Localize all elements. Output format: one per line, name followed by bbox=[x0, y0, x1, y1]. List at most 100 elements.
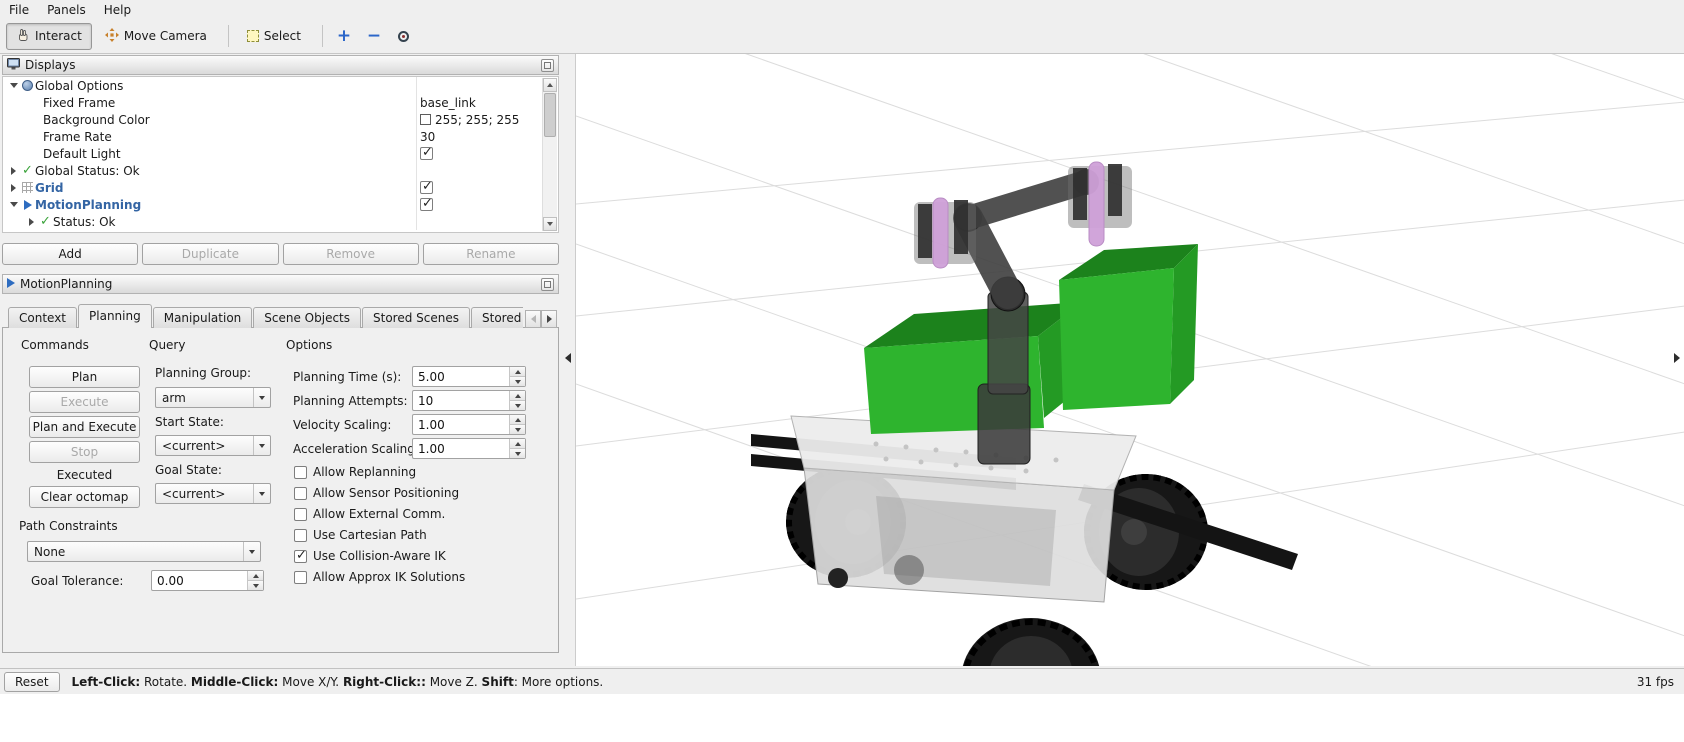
plan-button[interactable]: Plan bbox=[29, 366, 140, 388]
tab-scroll-left-button[interactable] bbox=[525, 310, 541, 328]
execute-button[interactable]: Execute bbox=[29, 391, 140, 413]
stop-button[interactable]: Stop bbox=[29, 441, 140, 463]
grid-enabled-checkbox[interactable] bbox=[420, 181, 433, 194]
color-swatch[interactable] bbox=[420, 114, 431, 125]
tree-row-background-color[interactable]: Background Color 255; 255; 255 bbox=[3, 111, 558, 128]
expander-icon[interactable] bbox=[7, 202, 20, 207]
use-cartesian-path-checkbox[interactable] bbox=[294, 529, 307, 542]
tree-row-global-options[interactable]: Global Options bbox=[3, 77, 558, 94]
scroll-up-button[interactable] bbox=[543, 78, 557, 92]
spin-up-button[interactable] bbox=[510, 439, 525, 448]
panel-collapse-left-handle[interactable] bbox=[565, 353, 571, 363]
tree-row-fixed-frame[interactable]: Fixed Frame base_link bbox=[3, 94, 558, 111]
fixed-frame-value[interactable]: base_link bbox=[420, 96, 476, 110]
acceleration-scaling-spinbox[interactable] bbox=[412, 438, 526, 459]
frame-rate-value[interactable]: 30 bbox=[420, 130, 435, 144]
tree-row-frame-rate[interactable]: Frame Rate 30 bbox=[3, 128, 558, 145]
allow-approx-ik-solutions-checkbox[interactable] bbox=[294, 571, 307, 584]
float-panel-button[interactable] bbox=[541, 59, 554, 72]
velocity-scaling-spinbox[interactable] bbox=[412, 414, 526, 435]
remove-display-button[interactable]: Remove bbox=[283, 243, 419, 265]
motionplanning-panel-header[interactable]: MotionPlanning bbox=[2, 274, 559, 294]
planning-attempts-spinbox[interactable] bbox=[412, 390, 526, 411]
spin-down-button[interactable] bbox=[248, 580, 263, 590]
planning-group-select[interactable]: arm bbox=[155, 387, 271, 408]
allow-external-comm-checkbox-row[interactable]: Allow External Comm. bbox=[294, 507, 445, 521]
add-display-button[interactable]: Add bbox=[2, 243, 138, 265]
expander-icon[interactable] bbox=[7, 83, 20, 88]
add-tool-button[interactable]: + bbox=[331, 24, 357, 48]
remove-tool-button[interactable]: − bbox=[361, 24, 387, 48]
spin-up-button[interactable] bbox=[510, 391, 525, 400]
spin-down-button[interactable] bbox=[510, 400, 525, 410]
expander-icon[interactable] bbox=[25, 218, 38, 226]
path-constraints-select[interactable]: None bbox=[27, 541, 261, 562]
allow-external-comm-checkbox[interactable] bbox=[294, 508, 307, 521]
allow-approx-ik-solutions-checkbox-row[interactable]: Allow Approx IK Solutions bbox=[294, 570, 465, 584]
menu-help[interactable]: Help bbox=[95, 1, 140, 18]
menu-file[interactable]: File bbox=[0, 1, 38, 18]
tree-row-default-light[interactable]: Default Light bbox=[3, 145, 558, 162]
float-panel-button[interactable] bbox=[541, 278, 554, 291]
use-cartesian-path-checkbox-row[interactable]: Use Cartesian Path bbox=[294, 528, 427, 542]
scrollbar-thumb[interactable] bbox=[544, 93, 556, 137]
planning-time-spinbox[interactable] bbox=[412, 366, 526, 387]
background-color-value[interactable]: 255; 255; 255 bbox=[435, 113, 519, 127]
spin-up-button[interactable] bbox=[510, 415, 525, 424]
spin-down-button[interactable] bbox=[510, 424, 525, 434]
scroll-down-button[interactable] bbox=[543, 217, 557, 231]
reset-button[interactable]: Reset bbox=[4, 672, 60, 692]
menu-panels[interactable]: Panels bbox=[38, 1, 95, 18]
plus-icon: + bbox=[337, 28, 351, 45]
goal-tolerance-spinbox[interactable] bbox=[151, 570, 264, 591]
spin-up-button[interactable] bbox=[510, 367, 525, 376]
tab-stored-scenes[interactable]: Stored Scenes bbox=[362, 307, 470, 328]
goal-state-select[interactable]: <current> bbox=[155, 483, 271, 504]
spin-up-button[interactable] bbox=[248, 571, 263, 580]
checkbox-label: Allow Sensor Positioning bbox=[313, 486, 459, 500]
move-camera-tool-button[interactable]: Move Camera bbox=[95, 23, 217, 50]
allow-sensor-positioning-checkbox-row[interactable]: Allow Sensor Positioning bbox=[294, 486, 459, 500]
select-tool-button[interactable]: Select bbox=[237, 24, 311, 48]
planning-attempts-input[interactable] bbox=[413, 391, 509, 410]
velocity-scaling-input[interactable] bbox=[413, 415, 509, 434]
tab-stored-states[interactable]: Stored Stat bbox=[471, 307, 523, 328]
render-viewport[interactable] bbox=[575, 54, 1684, 666]
panel-collapse-right-handle[interactable] bbox=[1674, 353, 1680, 363]
use-collision-aware-ik-checkbox-row[interactable]: Use Collision-Aware IK bbox=[294, 549, 446, 563]
tree-scrollbar[interactable] bbox=[542, 78, 557, 231]
tab-scene-objects[interactable]: Scene Objects bbox=[253, 307, 361, 328]
left-panel-column: Displays Global Options Fixed Frame bbox=[0, 54, 561, 668]
motionplanning-enabled-checkbox[interactable] bbox=[420, 198, 433, 211]
plan-and-execute-button[interactable]: Plan and Execute bbox=[29, 416, 140, 438]
use-collision-aware-ik-checkbox[interactable] bbox=[294, 550, 307, 563]
duplicate-display-button[interactable]: Duplicate bbox=[142, 243, 278, 265]
tab-context[interactable]: Context bbox=[8, 307, 77, 328]
expander-icon[interactable] bbox=[7, 167, 20, 175]
tab-manipulation[interactable]: Manipulation bbox=[153, 307, 253, 328]
allow-sensor-positioning-checkbox[interactable] bbox=[294, 487, 307, 500]
tree-row-global-status[interactable]: ✓ Global Status: Ok bbox=[3, 162, 558, 179]
default-light-checkbox[interactable] bbox=[420, 147, 433, 160]
tree-row-status-ok[interactable]: ✓ Status: Ok bbox=[3, 213, 558, 230]
tab-planning[interactable]: Planning bbox=[78, 304, 152, 328]
spin-down-button[interactable] bbox=[510, 376, 525, 386]
expander-icon[interactable] bbox=[7, 184, 20, 192]
planning-time-input[interactable] bbox=[413, 367, 509, 386]
tab-scroll-buttons bbox=[525, 310, 557, 328]
goal-tolerance-input[interactable] bbox=[152, 571, 247, 590]
allow-replanning-checkbox[interactable] bbox=[294, 466, 307, 479]
start-state-select[interactable]: <current> bbox=[155, 435, 271, 456]
focus-camera-button[interactable] bbox=[391, 24, 417, 48]
displays-panel-header[interactable]: Displays bbox=[2, 55, 559, 75]
allow-replanning-checkbox-row[interactable]: Allow Replanning bbox=[294, 465, 416, 479]
tree-label: Frame Rate bbox=[43, 130, 112, 144]
spin-down-button[interactable] bbox=[510, 448, 525, 458]
rename-display-button[interactable]: Rename bbox=[423, 243, 559, 265]
tree-row-motionplanning[interactable]: MotionPlanning bbox=[3, 196, 558, 213]
clear-octomap-button[interactable]: Clear octomap bbox=[29, 486, 140, 508]
tab-scroll-right-button[interactable] bbox=[541, 310, 557, 328]
interact-tool-button[interactable]: Interact bbox=[6, 23, 92, 50]
tree-row-grid[interactable]: Grid bbox=[3, 179, 558, 196]
acceleration-scaling-input[interactable] bbox=[413, 439, 509, 458]
